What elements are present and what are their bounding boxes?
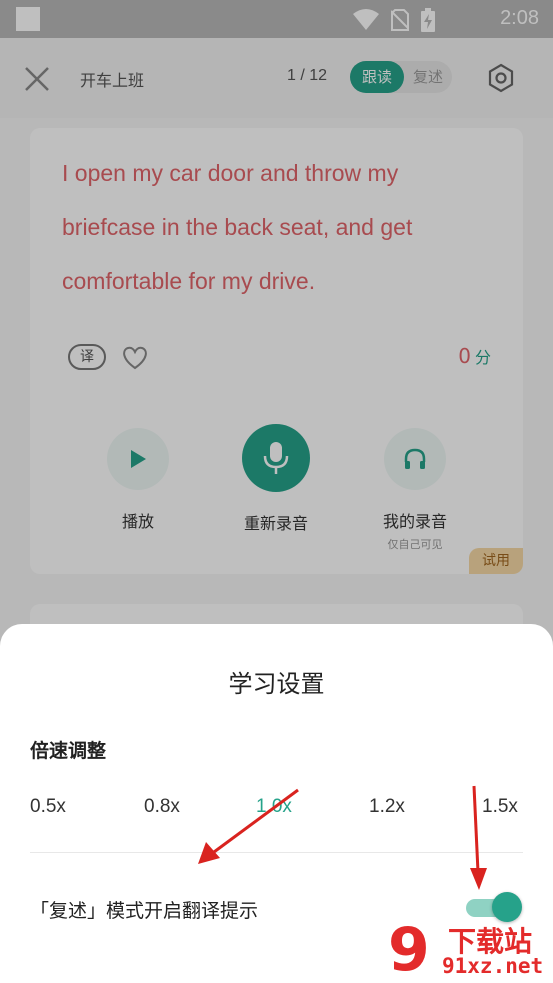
- divider: [30, 852, 523, 853]
- watermark-logo: 9 下载站 91xz.net: [388, 918, 553, 983]
- speed-option-1.2x[interactable]: 1.2x: [369, 796, 405, 818]
- watermark-bottom-text: 91xz.net: [442, 954, 544, 978]
- speed-section-label: 倍速调整: [30, 740, 107, 762]
- sheet-title: 学习设置: [228, 670, 325, 698]
- speed-option-0.5x[interactable]: 0.5x: [30, 796, 66, 818]
- watermark-nine: 9: [388, 915, 430, 983]
- speed-option-1.0x[interactable]: 1.0x: [256, 796, 292, 818]
- speed-option-1.5x[interactable]: 1.5x: [482, 796, 518, 818]
- translation-hint-label: 「复述」模式开启翻译提示: [30, 900, 259, 922]
- speed-option-0.8x[interactable]: 0.8x: [144, 796, 180, 818]
